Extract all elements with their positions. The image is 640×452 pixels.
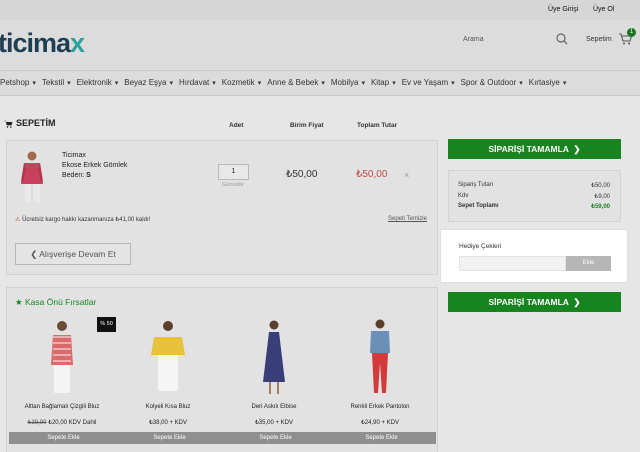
add-to-cart-button[interactable]: Sepete Ekle (327, 432, 436, 444)
kasa-title: Kasa Önü Fırsatlar (25, 297, 97, 307)
kasa-heading: ★ Kasa Önü Fırsatlar (15, 297, 96, 308)
product-name[interactable]: Ekose Erkek Gömlek (62, 162, 127, 169)
nav-item[interactable]: Kitap (371, 78, 396, 87)
complete-order-label: SİPARİŞİ TAMAMLA (488, 144, 569, 154)
nav-item[interactable]: Elektronik (77, 78, 119, 87)
chevron-right-icon: ❯ (573, 297, 581, 307)
product-name[interactable]: Alttan Bağlamalı Çizgili Bluz (14, 404, 110, 410)
summary-label: Sepet Toplamı (458, 203, 499, 209)
product-price: ₺39,90 ₺20,00 KDV Dahil (14, 419, 110, 426)
product-name[interactable]: Kolyeli Kısa Bluz (120, 404, 216, 410)
product-brand: Ticimax (62, 152, 86, 159)
product-size: Beden: S (62, 172, 91, 179)
nav-item[interactable]: Mobilya (331, 78, 365, 87)
chevron-left-icon: ❮ (30, 249, 38, 259)
shipping-text: Ücretsiz kargo hakkı kazanmanıza ₺41,00 … (22, 217, 151, 223)
search-input[interactable]: Arama (463, 36, 484, 43)
column-header-total: Toplam Tutar (357, 122, 398, 129)
quantity-input[interactable]: 1 (218, 164, 249, 180)
gift-apply-button[interactable]: Ekle (566, 256, 611, 271)
logo-accent: x (70, 28, 85, 58)
summary-row-total: Sepet Toplamı ₺59,00 (458, 203, 610, 210)
product-card[interactable]: Renkli Erkek Pantolon ₺24,90 + KDV Sepet… (327, 317, 436, 452)
warning-icon: ⚠ (15, 217, 21, 223)
size-value: S (86, 172, 91, 179)
site-logo[interactable]: ticimax (0, 28, 85, 59)
add-to-cart-button[interactable]: Sepete Ekle (221, 432, 330, 444)
category-nav: Petshop Tekstil Elektronik Beyaz Eşya Hırdav… (0, 70, 640, 96)
summary-row-tax: Kdv ₺9,00 (458, 193, 611, 200)
product-image[interactable] (250, 317, 298, 397)
product-image[interactable] (356, 317, 404, 397)
summary-value: ₺59,00 (591, 204, 610, 210)
product-name[interactable]: Deri Askılı Elbise (226, 404, 322, 410)
star-icon: ★ (15, 297, 23, 307)
nav-item[interactable]: Kırtasiye (529, 78, 567, 87)
add-to-cart-button[interactable]: Sepete Ekle (115, 432, 224, 444)
product-old-price: ₺39,90 (27, 420, 47, 426)
logo-text: ticima (0, 28, 71, 58)
line-total: ₺50,00 (356, 169, 388, 180)
cart-link[interactable]: Sepetim (586, 36, 612, 43)
nav-item[interactable]: Hırdavat (179, 78, 216, 87)
product-card[interactable]: Kolyeli Kısa Bluz ₺38,00 + KDV Sepete Ek… (115, 317, 224, 452)
summary-row-subtotal: Sipariş Tutarı ₺50,00 (458, 182, 610, 189)
cart-heading: SEPETİM (4, 118, 56, 128)
column-header-unit-price: Birim Fiyat (290, 122, 324, 129)
site-header: ticimax Arama Sepetim 1 (0, 20, 640, 70)
search-icon[interactable] (556, 33, 568, 45)
complete-order-button[interactable]: SİPARİŞİ TAMAMLA ❯ (448, 139, 621, 159)
summary-label: Sipariş Tutarı (458, 182, 494, 188)
product-price: ₺38,00 + KDV (148, 420, 187, 426)
continue-shopping-button[interactable]: ❮ Alışverişe Devam Et (15, 243, 131, 265)
summary-value: ₺9,00 (594, 194, 611, 200)
nav-item[interactable]: Ev ve Yaşam (402, 78, 455, 87)
summary-value: ₺50,00 (591, 183, 610, 189)
remove-item-icon[interactable]: × (404, 170, 409, 180)
nav-item[interactable]: Spor & Outdoor (461, 78, 523, 87)
nav-item[interactable]: Tekstil (42, 78, 71, 87)
update-quantity-link[interactable]: Güncelle (222, 182, 244, 188)
clear-cart-link[interactable]: Sepeti Temizle (388, 216, 427, 222)
product-price: ₺35,00 + KDV (254, 420, 293, 426)
free-shipping-note: ⚠ Ücretsiz kargo hakkı kazanmanıza ₺41,0… (15, 216, 150, 223)
nav-item[interactable]: Beyaz Eşya (124, 78, 173, 87)
nav-item[interactable]: Anne & Bebek (267, 78, 325, 87)
cart-title: SEPETİM (16, 118, 56, 128)
register-link[interactable]: Üye Ol (593, 6, 614, 13)
product-card[interactable]: Alttan Bağlamalı Çizgili Bluz ₺39,90 ₺20… (9, 317, 118, 452)
column-header-qty: Adet (229, 122, 244, 129)
gift-code-input[interactable] (459, 256, 566, 271)
chevron-right-icon: ❯ (573, 144, 581, 154)
login-link[interactable]: Üye Girişi (548, 6, 578, 13)
add-to-cart-button[interactable]: Sepete Ekle (9, 432, 118, 444)
summary-label: Kdv (458, 193, 469, 199)
cart-count-badge: 1 (627, 28, 636, 37)
discount-badge: % 50 (97, 317, 116, 332)
nav-item[interactable]: Kozmetik (222, 78, 261, 87)
continue-shopping-label: Alışverişe Devam Et (39, 249, 116, 259)
complete-order-button-secondary[interactable]: SİPARİŞİ TAMAMLA ❯ (448, 292, 621, 312)
top-bar: Üye Girişi Üye Ol (0, 0, 640, 20)
size-label: Beden: (62, 172, 85, 179)
product-card[interactable]: Deri Askılı Elbise ₺35,00 + KDV Sepete E… (221, 317, 330, 452)
gift-voucher-title: Hediye Çekleri (459, 243, 502, 250)
product-image[interactable] (38, 317, 86, 397)
product-image[interactable] (144, 317, 192, 397)
product-current-price: ₺20,00 KDV Dahil (48, 420, 97, 426)
nav-item[interactable]: Petshop (0, 78, 36, 87)
gift-voucher-panel: Hediye Çekleri Ekle (440, 229, 628, 283)
product-name[interactable]: Renkli Erkek Pantolon (332, 404, 428, 410)
product-price: ₺24,90 + KDV (360, 420, 399, 426)
cart-icon (4, 120, 13, 128)
app-window: Üye Girişi Üye Ol ticimax Arama Sepetim … (0, 0, 640, 452)
product-image[interactable] (15, 148, 50, 204)
complete-order-label: SİPARİŞİ TAMAMLA (488, 297, 569, 307)
unit-price: ₺50,00 (286, 169, 318, 180)
